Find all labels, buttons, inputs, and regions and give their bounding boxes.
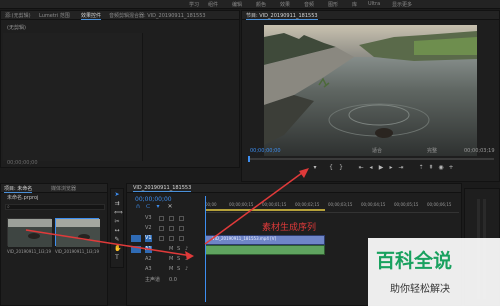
arrow-drag-to-timeline [25, 229, 193, 257]
watermark-title: 百科全说 [376, 250, 453, 272]
watermark-subtitle: 助你轻松解决 [390, 284, 450, 295]
arrowhead-timeline [185, 251, 194, 260]
watermark: 百科全说 助你轻松解决 [368, 238, 500, 306]
arrowhead-monitor [299, 168, 309, 178]
annotation-label: 素材生成序列 [262, 223, 317, 233]
